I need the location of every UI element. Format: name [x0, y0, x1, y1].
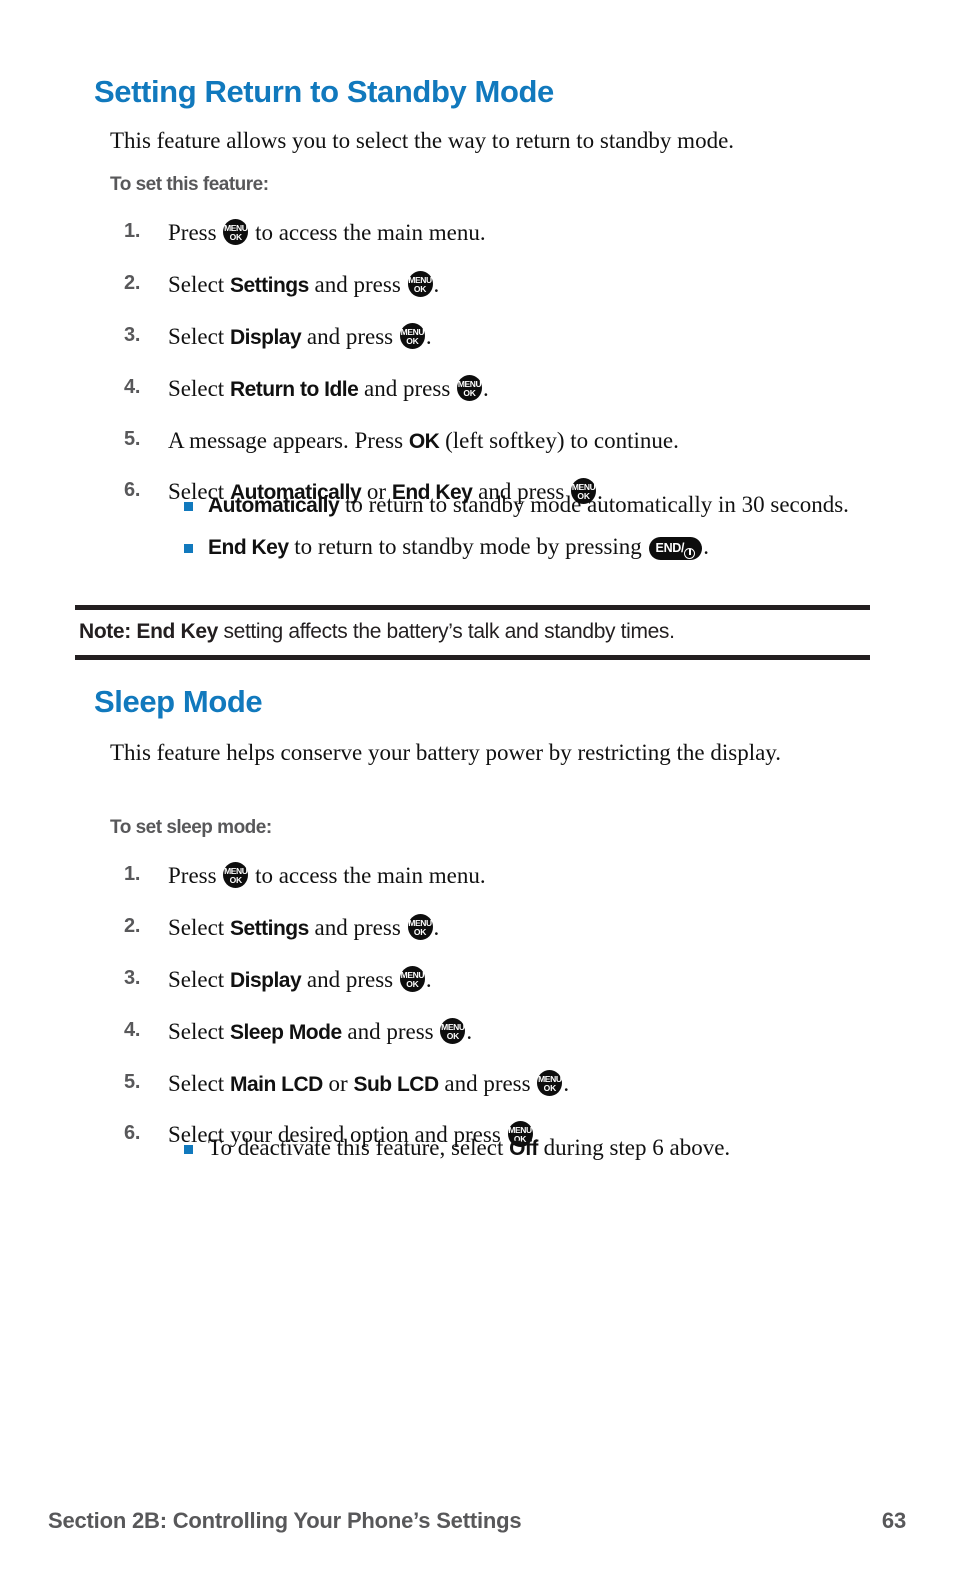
note-box-standby: Note: End Key setting affects the batter…	[75, 605, 870, 661]
step-text: Select Display and press MENU OK.	[168, 322, 432, 349]
step-text: Select Settings and press MENU OK.	[168, 913, 440, 940]
list-item-step: 3. Select Display and press MENU OK.	[110, 322, 900, 352]
steps-list-sleep: 1. Press MENU OK to access the main menu. 2…	[110, 861, 900, 1172]
menu-ok-key-icon: MENU OK	[223, 862, 249, 888]
bullet-text: End Key to return to standby mode by pre…	[208, 534, 709, 561]
step-text: Select Return to Idle and press MENU OK.	[168, 374, 489, 401]
intro-paragraph-standby: This feature allows you to select the wa…	[110, 128, 735, 153]
step-number: 6.	[124, 1122, 141, 1145]
step-number: 3.	[124, 966, 141, 989]
steps-list-standby: 1. Press MENU OK to access the main menu. 2…	[110, 218, 900, 529]
emphasis-term: Sub LCD	[353, 1072, 439, 1096]
menu-ok-key-icon: MENU OK	[399, 322, 425, 349]
bullet-square-icon	[184, 1145, 193, 1154]
list-item-step: 2. Select Settings and press MENU OK.	[110, 270, 900, 300]
menu-ok-line1: MENU	[400, 326, 425, 337]
emphasis-term: Main LCD	[229, 1072, 323, 1096]
emphasis-term: Display	[229, 968, 302, 992]
page-footer: Section 2B: Controlling Your Phone’s Set…	[48, 1508, 906, 1534]
step-text: Select Display and press MENU OK.	[168, 965, 432, 992]
emphasis-term: Display	[229, 325, 302, 349]
page-number: 63	[881, 1508, 906, 1533]
step-number: 5.	[124, 427, 141, 450]
menu-ok-key-icon: MENU OK	[399, 965, 425, 992]
list-item-bullet: Automatically to return to standby mode …	[180, 490, 870, 520]
step-text: Select Settings and press MENU OK.	[168, 270, 440, 297]
page-title-sleep-mode: Sleep Mode	[94, 684, 263, 719]
emphasis-term: OK	[408, 429, 440, 453]
manual-page: Setting Return to Standby Mode This feat…	[0, 0, 954, 1590]
list-item-step: 4. Select Sleep Mode and press MENU OK.	[110, 1017, 900, 1047]
menu-ok-key-icon: MENU OK	[223, 219, 249, 245]
menu-ok-key-icon: MENU OK	[407, 270, 433, 297]
menu-ok-line2: OK	[229, 875, 243, 885]
step-text: A message appears. Press OK (left softke…	[168, 427, 679, 453]
emphasis-term: Settings	[229, 916, 309, 940]
bullet-text: To deactivate this feature, select Off d…	[208, 1135, 731, 1160]
emphasis-term: Settings	[229, 273, 309, 297]
step-text: Select Main LCD or Sub LCD and press MEN…	[168, 1069, 570, 1096]
menu-ok-line2: OK	[229, 232, 243, 242]
bullet-square-icon	[184, 544, 193, 554]
note-text-standby: Note: End Key setting affects the batter…	[79, 620, 675, 643]
subhead-to-set-sleep-mode: To set sleep mode:	[110, 817, 272, 838]
menu-ok-line1: MENU	[457, 378, 482, 389]
step-number: 1.	[124, 220, 141, 242]
note-emphasis-term: Note:	[79, 620, 137, 643]
list-item-step: 1. Press MENU OK to access the main menu.	[110, 861, 900, 891]
step-text: Press MENU OK to access the main menu.	[168, 219, 486, 245]
list-item-step: 4. Select Return to Idle and press MENU OK…	[110, 374, 900, 404]
bullets-list-standby: Automatically to return to standby mode …	[180, 490, 870, 575]
bullet-text: Automatically to return to standby mode …	[208, 492, 849, 517]
menu-ok-line2: OK	[543, 1082, 557, 1093]
list-item-step: 5. Select Main LCD or Sub LCD and press M…	[110, 1069, 900, 1099]
menu-ok-line2: OK	[406, 978, 419, 989]
menu-ok-key-icon: MENU OK	[537, 1069, 563, 1096]
menu-ok-key-icon: MENU OK	[440, 1017, 466, 1044]
intro-paragraph-sleep: This feature helps conserve your battery…	[110, 740, 782, 765]
list-item-bullet: To deactivate this feature, select Off d…	[180, 1133, 870, 1163]
step-number: 5.	[124, 1070, 141, 1093]
footer-section-label: Section 2B: Controlling Your Phone’s Set…	[48, 1508, 522, 1533]
bullet-square-icon	[184, 502, 193, 511]
list-item-step: 1. Press MENU OK to access the main menu.	[110, 218, 900, 248]
menu-ok-line2: OK	[413, 283, 427, 294]
step-number: 2.	[124, 914, 141, 937]
menu-ok-line1: MENU	[441, 1021, 465, 1032]
menu-ok-line2: OK	[406, 335, 419, 346]
emphasis-term: Automatically	[208, 494, 340, 517]
menu-ok-line1: MENU	[400, 969, 425, 980]
emphasis-term: Off	[509, 1137, 538, 1160]
step-number: 4.	[124, 1018, 141, 1041]
step-number: 3.	[124, 323, 141, 346]
step-text: Press MENU OK to access the main menu.	[168, 862, 486, 888]
end-power-key-icon: END/	[648, 537, 703, 561]
menu-ok-key-icon: MENU OK	[457, 374, 483, 401]
step-number: 6.	[124, 479, 141, 502]
note-emphasis-term: End Key	[136, 620, 218, 643]
menu-ok-line2: OK	[413, 926, 427, 937]
menu-ok-line2: OK	[446, 1030, 460, 1041]
list-item-bullet: End Key to return to standby mode by pre…	[180, 532, 870, 562]
step-text: Select Sleep Mode and press MENU OK.	[168, 1017, 473, 1044]
step-number: 1.	[124, 863, 141, 885]
emphasis-term: Sleep Mode	[229, 1020, 342, 1044]
list-item-step: 2. Select Settings and press MENU OK.	[110, 913, 900, 943]
menu-ok-line1: MENU	[538, 1073, 562, 1084]
step-number: 4.	[124, 375, 141, 398]
list-item-step: 5. A message appears. Press OK (left soft…	[110, 426, 900, 456]
emphasis-term: Return to Idle	[229, 377, 359, 401]
bullets-list-sleep: To deactivate this feature, select Off d…	[180, 1133, 870, 1175]
power-symbol-icon	[684, 547, 696, 559]
subhead-to-set-this-feature: To set this feature:	[110, 174, 269, 195]
menu-ok-line2: OK	[463, 387, 476, 398]
emphasis-term: End Key	[208, 536, 289, 560]
step-number: 2.	[124, 271, 141, 294]
page-title-setting-return-to-standby-mode: Setting Return to Standby Mode	[94, 74, 554, 109]
menu-ok-key-icon: MENU OK	[407, 913, 433, 940]
list-item-step: 3. Select Display and press MENU OK.	[110, 965, 900, 995]
end-key-label: END/	[655, 541, 685, 556]
